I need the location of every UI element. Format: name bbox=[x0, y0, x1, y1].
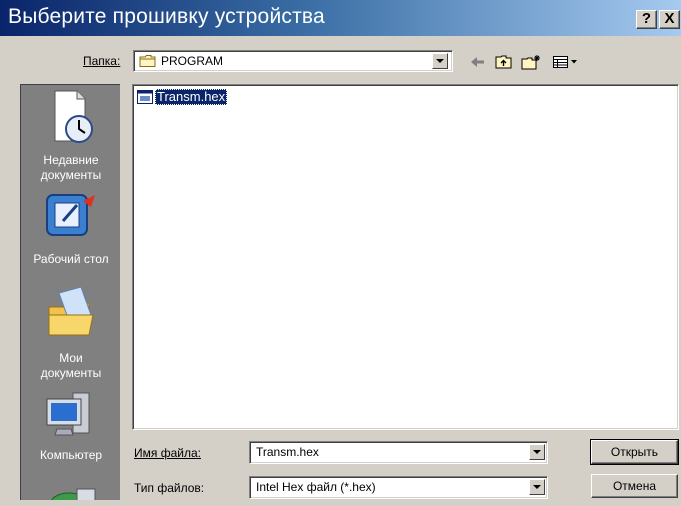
lookin-value: PROGRAM bbox=[161, 54, 224, 68]
view-menu-icon[interactable] bbox=[552, 54, 582, 70]
file-name: Transm.hex bbox=[155, 89, 228, 105]
places-bar: Недавние документы Рабочий стол Мои доку… bbox=[20, 84, 120, 500]
filetype-select[interactable]: Intel Hex файл (*.hex) bbox=[249, 476, 548, 499]
computer-icon bbox=[43, 389, 99, 444]
place-desktop-label: Рабочий стол bbox=[33, 252, 109, 266]
title-bar[interactable]: Выберите прошивку устройства ? X bbox=[0, 0, 681, 36]
filetype-value: Intel Hex файл (*.hex) bbox=[256, 480, 376, 494]
filename-dropdown-button[interactable] bbox=[529, 444, 545, 460]
up-folder-icon[interactable] bbox=[494, 54, 514, 70]
place-recent-label-1: Недавние bbox=[43, 153, 99, 167]
back-arrow-icon[interactable] bbox=[468, 54, 486, 70]
new-folder-icon[interactable] bbox=[520, 54, 542, 70]
place-mydocs-label-1: Мои bbox=[59, 351, 83, 365]
filename-label-text: Имя файла: bbox=[134, 446, 201, 460]
filetype-dropdown-button[interactable] bbox=[529, 479, 545, 495]
cancel-button[interactable]: Отмена bbox=[591, 474, 678, 498]
help-button[interactable]: ? bbox=[636, 10, 657, 29]
place-recent-label-2: документы bbox=[40, 168, 102, 182]
desktop-icon bbox=[43, 191, 99, 246]
my-documents-icon bbox=[45, 285, 101, 344]
recent-documents-icon bbox=[51, 89, 95, 148]
place-computer[interactable]: Компьютер bbox=[21, 389, 120, 475]
lookin-label-text: Папка: bbox=[83, 54, 121, 68]
place-desktop[interactable]: Рабочий стол bbox=[21, 189, 120, 269]
filename-input[interactable]: Transm.hex bbox=[249, 441, 548, 464]
cancel-button-label: Отмена bbox=[612, 479, 657, 493]
lookin-label: Папка: bbox=[83, 54, 120, 68]
open-button[interactable]: Открыть bbox=[590, 439, 679, 465]
place-mydocs[interactable]: Мои документы bbox=[21, 281, 120, 385]
dialog-title: Выберите прошивку устройства bbox=[8, 5, 325, 28]
place-recent[interactable]: Недавние документы bbox=[21, 85, 120, 185]
file-list[interactable]: Transm.hex bbox=[132, 84, 679, 430]
lookin-dropdown-button[interactable] bbox=[432, 53, 448, 69]
place-mydocs-label-2: документы bbox=[40, 366, 102, 380]
filename-label: Имя файла: bbox=[134, 446, 201, 460]
filename-value: Transm.hex bbox=[256, 445, 319, 459]
network-places-icon bbox=[47, 483, 97, 500]
filetype-label-text: Тип файлов: bbox=[134, 481, 205, 495]
filetype-label: Тип файлов: bbox=[134, 481, 204, 495]
folder-icon bbox=[139, 54, 157, 71]
hex-file-icon bbox=[137, 90, 153, 107]
place-computer-label: Компьютер bbox=[39, 448, 103, 462]
close-button[interactable]: X bbox=[659, 10, 680, 29]
open-button-label: Открыть bbox=[610, 445, 659, 459]
lookin-combo[interactable]: PROGRAM bbox=[133, 50, 453, 72]
